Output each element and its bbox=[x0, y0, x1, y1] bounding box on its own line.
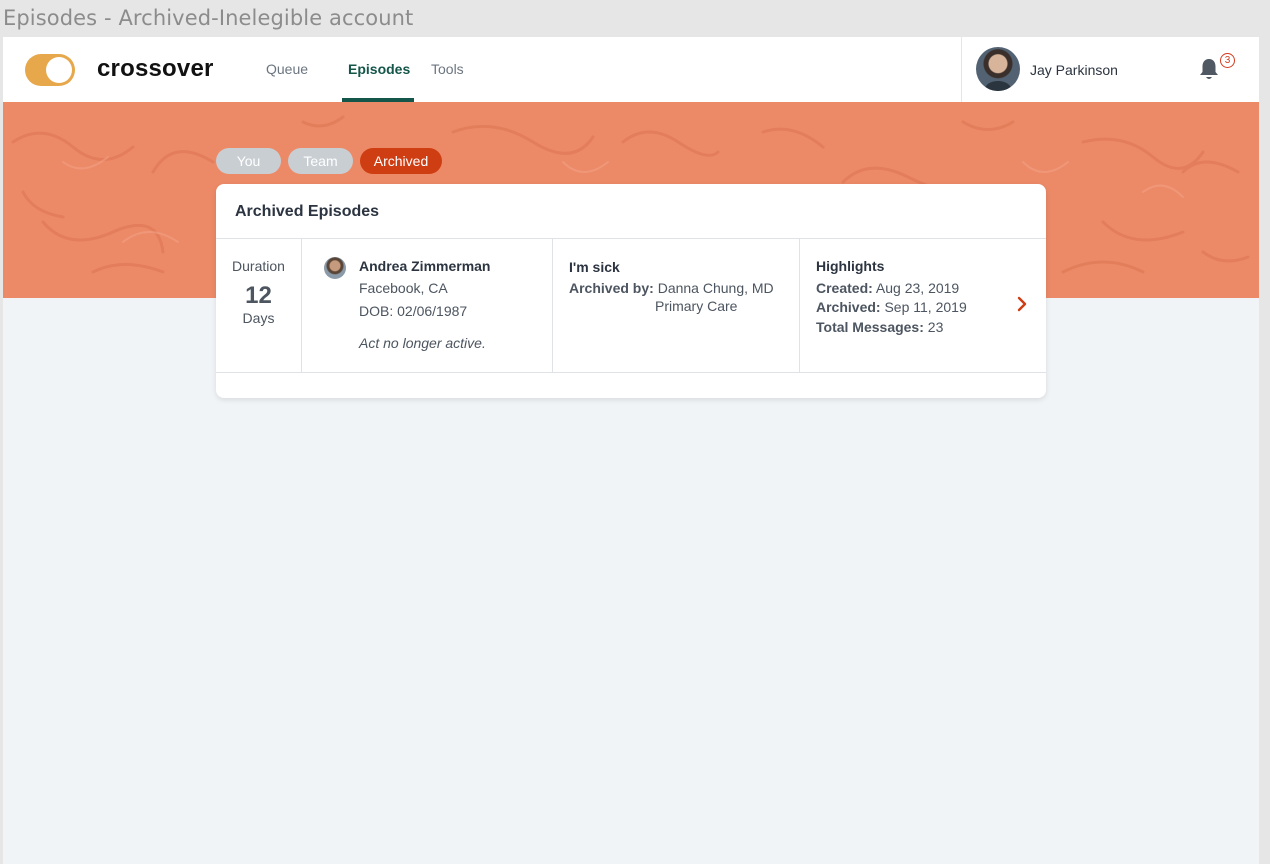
messages-label: Total Messages: bbox=[816, 319, 924, 335]
highlights-title: Highlights bbox=[816, 258, 885, 274]
filter-team[interactable]: Team bbox=[288, 148, 353, 174]
top-nav: crossover Queue Episodes Tools Jay Parki… bbox=[3, 37, 1259, 103]
divider bbox=[216, 372, 1046, 373]
messages-value: 23 bbox=[927, 319, 944, 335]
user-menu[interactable]: Jay Parkinson 3 bbox=[961, 37, 1259, 102]
archived-episodes-card: Archived Episodes Duration 12 Days Andre… bbox=[216, 184, 1046, 398]
divider bbox=[552, 239, 553, 372]
filter-archived[interactable]: Archived bbox=[360, 148, 442, 174]
episode-reason: I'm sick bbox=[569, 259, 620, 275]
created-label: Created: bbox=[816, 280, 873, 296]
patient-location: Facebook, CA bbox=[359, 280, 448, 296]
bell-icon[interactable] bbox=[1198, 57, 1220, 81]
archived-by-dept: Primary Care bbox=[655, 298, 738, 314]
duration-label: Duration bbox=[232, 258, 285, 274]
highlight-archived: Archived: Sep 11, 2019 bbox=[816, 299, 967, 315]
mode-toggle[interactable] bbox=[25, 54, 75, 86]
duration-unit: Days bbox=[242, 310, 275, 326]
highlight-messages: Total Messages: 23 bbox=[816, 319, 943, 335]
notification-badge: 3 bbox=[1220, 53, 1235, 68]
user-avatar[interactable] bbox=[976, 47, 1020, 91]
patient-dob: DOB: 02/06/1987 bbox=[359, 303, 468, 319]
patient-avatar bbox=[324, 257, 346, 279]
highlight-created: Created: Aug 23, 2019 bbox=[816, 280, 959, 296]
nav-link-episodes[interactable]: Episodes bbox=[348, 61, 410, 77]
divider bbox=[301, 239, 302, 372]
archived-label: Archived: bbox=[816, 299, 881, 315]
filter-you[interactable]: You bbox=[216, 148, 281, 174]
toggle-knob bbox=[46, 57, 72, 83]
archived-by-name: Danna Chung, MD bbox=[657, 280, 774, 296]
divider bbox=[799, 239, 800, 372]
user-name[interactable]: Jay Parkinson bbox=[1030, 62, 1118, 78]
archived-by: Archived by: Danna Chung, MD bbox=[569, 280, 774, 296]
archived-by-label: Archived by: bbox=[569, 280, 654, 296]
frame-title: Episodes - Archived-Inelegible account bbox=[3, 6, 414, 30]
archived-value: Sep 11, 2019 bbox=[884, 299, 967, 315]
app-window: crossover Queue Episodes Tools Jay Parki… bbox=[3, 37, 1259, 864]
patient-note: Act no longer active. bbox=[359, 335, 486, 351]
nav-link-tools[interactable]: Tools bbox=[431, 61, 464, 77]
chevron-right-icon[interactable] bbox=[1016, 296, 1028, 312]
divider bbox=[216, 238, 1046, 239]
brand-logo: crossover bbox=[97, 55, 214, 82]
card-title: Archived Episodes bbox=[235, 203, 380, 220]
duration-value: 12 bbox=[245, 282, 272, 309]
created-value: Aug 23, 2019 bbox=[875, 280, 960, 296]
nav-link-queue[interactable]: Queue bbox=[266, 61, 308, 77]
patient-name: Andrea Zimmerman bbox=[359, 258, 491, 274]
